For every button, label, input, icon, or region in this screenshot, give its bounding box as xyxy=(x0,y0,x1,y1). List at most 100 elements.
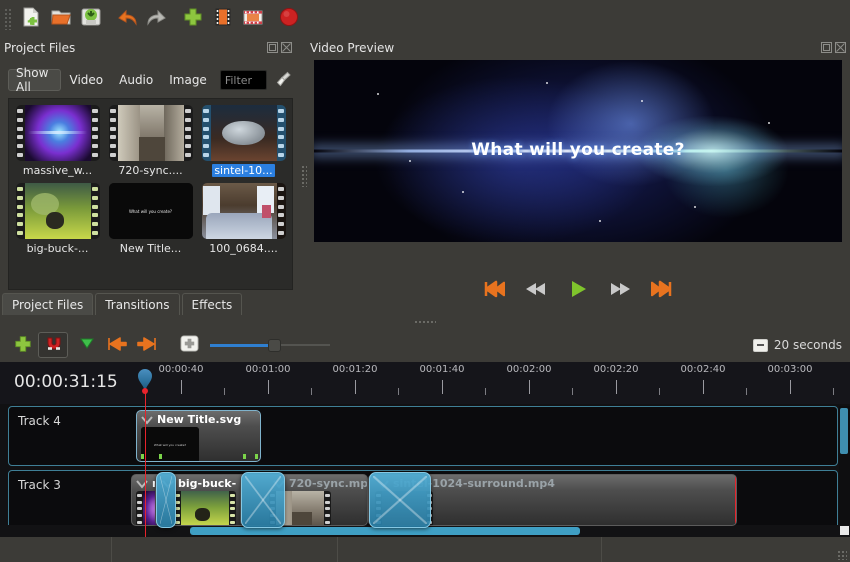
video-preview-dock-buttons xyxy=(821,42,846,53)
chevron-down-icon[interactable] xyxy=(136,478,148,492)
magnet-icon xyxy=(44,335,62,356)
film-strip-icon xyxy=(212,6,234,31)
playback-controls xyxy=(314,278,842,300)
clip-selected-edge xyxy=(735,475,737,525)
jump-start-button[interactable] xyxy=(482,278,506,300)
add-track-button[interactable] xyxy=(8,332,38,358)
timeline-ruler[interactable]: 00:00:31:15 00:00:40 00:01:00 00:01:20 0… xyxy=(0,362,850,404)
timeline[interactable]: 00:00:31:15 00:00:40 00:01:00 00:01:20 0… xyxy=(0,362,850,537)
zoom-out-icon[interactable] xyxy=(753,339,768,352)
redo-button[interactable] xyxy=(142,4,172,34)
previous-marker-button[interactable] xyxy=(102,332,132,358)
transition-3[interactable] xyxy=(369,472,431,528)
undo-arrow-icon xyxy=(115,6,139,31)
undo-button[interactable] xyxy=(112,4,142,34)
track-label: Track 3 xyxy=(18,478,61,492)
scrollbar-thumb[interactable] xyxy=(190,527,580,535)
close-dock-icon[interactable] xyxy=(281,42,292,53)
center-playhead-button[interactable] xyxy=(174,332,204,358)
float-dock-icon[interactable] xyxy=(267,42,278,53)
zoom-slider-fill xyxy=(210,344,272,347)
file-item-new-title[interactable]: What will you create? New Title... xyxy=(104,181,197,259)
filter-search-input[interactable]: Filter xyxy=(220,70,267,90)
zoom-level-label: 20 seconds xyxy=(774,338,842,352)
import-files-button[interactable] xyxy=(178,4,208,34)
toolbar-grip[interactable] xyxy=(4,8,12,30)
tab-project-files[interactable]: Project Files xyxy=(2,293,93,315)
file-item-sintel[interactable]: sintel-10... xyxy=(197,103,290,181)
playhead-timecode: 00:00:31:15 xyxy=(14,372,118,392)
ruler-tick-label: 00:00:40 xyxy=(159,364,204,375)
center-target-icon xyxy=(180,335,199,355)
broom-icon[interactable] xyxy=(275,70,293,91)
next-marker-button[interactable] xyxy=(132,332,162,358)
zoom-slider-handle[interactable] xyxy=(268,339,281,352)
float-dock-icon[interactable] xyxy=(821,42,832,53)
filter-audio-button[interactable]: Audio xyxy=(112,69,160,91)
record-button[interactable] xyxy=(274,4,304,34)
file-item-big-buck[interactable]: big-buck-... xyxy=(11,181,104,259)
new-project-button[interactable] xyxy=(16,4,46,34)
file-thumbnail: What will you create? xyxy=(109,183,193,239)
playhead-handle[interactable] xyxy=(136,368,154,392)
track-row-4[interactable]: Track 4 New Title.svg What will you crea… xyxy=(0,406,838,466)
timeline-vertical-scrollbar[interactable] xyxy=(839,406,850,526)
plus-icon xyxy=(182,6,204,31)
ruler-tick-label: 00:01:00 xyxy=(246,364,291,375)
add-marker-button[interactable] xyxy=(72,332,102,358)
save-disk-icon xyxy=(80,6,102,31)
save-project-button[interactable] xyxy=(76,4,106,34)
video-preview-canvas[interactable]: What will you create? xyxy=(314,60,842,242)
main-toolbar xyxy=(0,0,850,37)
record-circle-icon xyxy=(278,6,300,31)
transition-2[interactable] xyxy=(241,472,285,528)
file-thumbnail xyxy=(16,105,100,161)
track-background xyxy=(8,406,838,466)
file-label: sintel-10... xyxy=(212,164,274,177)
ruler-tick-label: 00:01:20 xyxy=(333,364,378,375)
ruler-tick-label: 00:02:00 xyxy=(507,364,552,375)
project-files-filter-bar: Show All Video Audio Image Filter xyxy=(8,68,293,92)
redo-arrow-icon xyxy=(145,6,169,31)
transition-1[interactable] xyxy=(156,472,176,528)
snapping-toggle-button[interactable] xyxy=(38,332,68,358)
file-item-massive[interactable]: massive_w... xyxy=(11,103,104,181)
chevron-down-icon[interactable] xyxy=(141,414,153,428)
timeline-toolbar: 20 seconds xyxy=(0,328,850,362)
fast-forward-button[interactable] xyxy=(608,278,632,300)
file-label: New Title... xyxy=(118,242,184,255)
clip-new-title-svg[interactable]: New Title.svg What will you create? xyxy=(136,410,261,462)
scrollbar-thumb[interactable] xyxy=(840,408,848,454)
rewind-button[interactable] xyxy=(524,278,548,300)
file-label: 100_0684.... xyxy=(207,242,279,255)
clip-thumbnails: What will you create? xyxy=(141,427,199,462)
zoom-slider[interactable] xyxy=(210,335,330,355)
track-row-3[interactable]: Track 3 m big-buck- xyxy=(0,470,838,530)
filter-image-button[interactable]: Image xyxy=(162,69,214,91)
resize-grip[interactable] xyxy=(837,550,847,560)
jump-end-button[interactable] xyxy=(650,278,674,300)
tab-effects[interactable]: Effects xyxy=(182,293,243,315)
file-item-100-0684[interactable]: 100_0684.... xyxy=(197,181,290,259)
file-thumbnail xyxy=(109,105,193,161)
file-label: massive_w... xyxy=(21,164,94,177)
filter-show-all-button[interactable]: Show All xyxy=(8,69,61,91)
jump-right-icon xyxy=(136,335,158,356)
file-thumbnail xyxy=(202,105,286,161)
filter-video-button[interactable]: Video xyxy=(63,69,111,91)
ruler-tick-label: 00:02:20 xyxy=(594,364,639,375)
open-project-button[interactable] xyxy=(46,4,76,34)
export-video-button[interactable] xyxy=(238,4,268,34)
choose-profile-button[interactable] xyxy=(208,4,238,34)
file-item-720-sync[interactable]: 720-sync.... xyxy=(104,103,197,181)
close-dock-icon[interactable] xyxy=(835,42,846,53)
project-files-grid: massive_w... 720-sync.... xyxy=(9,99,292,263)
project-files-dock: Project Files Show All Video Audio Image… xyxy=(0,38,300,318)
play-button[interactable] xyxy=(566,278,590,300)
project-files-dock-title: Project Files xyxy=(0,38,300,58)
tab-transitions[interactable]: Transitions xyxy=(95,293,179,315)
video-preview-dock-title: Video Preview xyxy=(306,38,850,58)
project-files-list[interactable]: massive_w... 720-sync.... xyxy=(8,98,293,290)
horizontal-splitter[interactable] xyxy=(0,316,850,328)
track-label: Track 4 xyxy=(18,414,61,428)
